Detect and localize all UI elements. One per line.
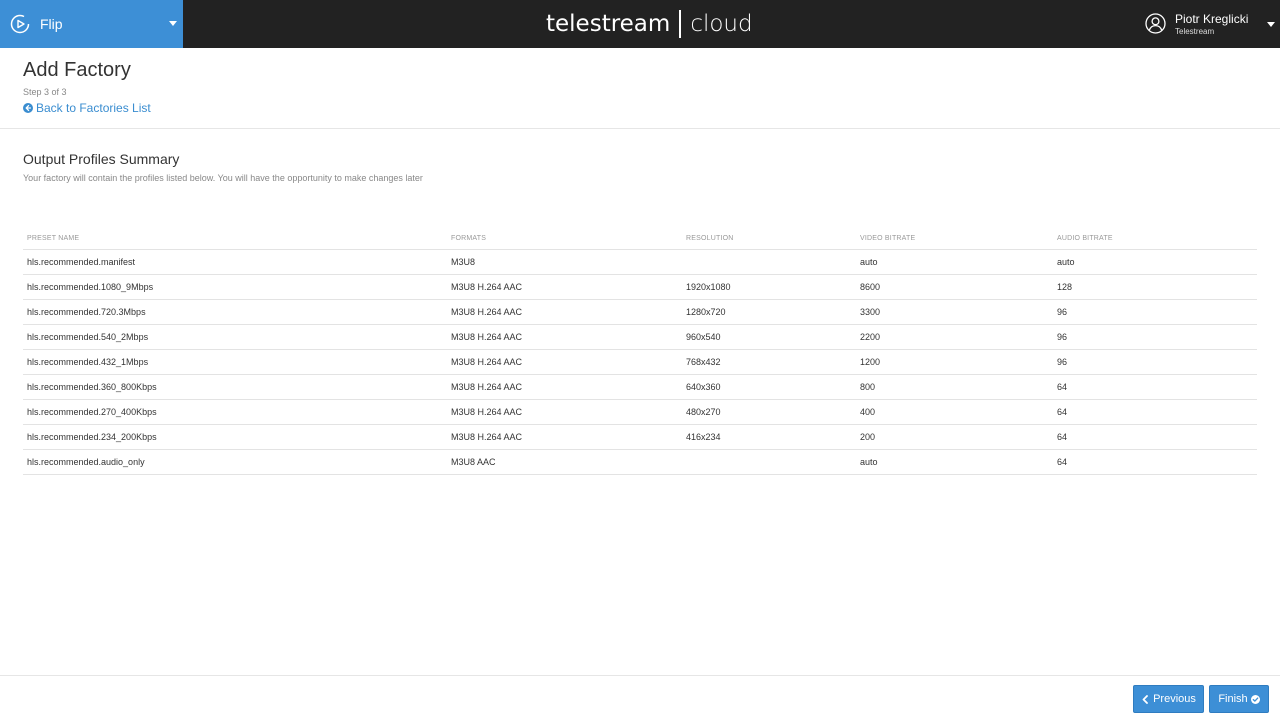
- formats-cell: M3U8 AAC: [451, 457, 496, 467]
- resolution-cell: 480x270: [686, 407, 721, 417]
- resolution-cell: 640x360: [686, 382, 721, 392]
- step-indicator: Step 3 of 3: [23, 87, 67, 97]
- back-to-factories-link[interactable]: Back to Factories List: [23, 101, 151, 115]
- audio-bitrate-cell: 64: [1057, 382, 1068, 392]
- resolution-cell: 768x432: [686, 357, 721, 367]
- brand-name: telestream: [546, 11, 671, 37]
- video-bitrate-cell: 200: [860, 432, 876, 442]
- finish-button-label: Finish: [1218, 693, 1248, 705]
- preset-name-cell: hls.recommended.1080_9Mbps: [27, 282, 154, 292]
- footer-divider: [0, 675, 1280, 676]
- table-row: hls.recommended.270_400Kbps M3U8 H.264 A…: [23, 400, 1257, 425]
- audio-bitrate-cell: 128: [1057, 282, 1073, 292]
- preset-name-cell: hls.recommended.manifest: [27, 257, 136, 267]
- brand-logo: telestream cloud: [546, 8, 753, 40]
- preset-name-cell: hls.recommended.360_800Kbps: [27, 382, 157, 392]
- finish-button[interactable]: Finish: [1209, 685, 1269, 713]
- app-name: Flip: [40, 16, 63, 32]
- app-switcher[interactable]: Flip: [0, 0, 183, 48]
- preset-name-cell: hls.recommended.audio_only: [27, 457, 145, 467]
- check-circle-icon: [1250, 694, 1260, 704]
- formats-cell: M3U8 H.264 AAC: [451, 307, 523, 317]
- column-header-preset-name: PRESET NAME: [27, 235, 80, 242]
- divider: [0, 128, 1280, 129]
- column-header-audio-bitrate: AUDIO BITRATE: [1057, 235, 1113, 242]
- previous-button[interactable]: Previous: [1133, 685, 1204, 713]
- audio-bitrate-cell: 64: [1057, 432, 1068, 442]
- video-bitrate-cell: 800: [860, 382, 876, 392]
- brand-suffix: cloud: [690, 11, 753, 37]
- play-circle-icon: [10, 14, 30, 34]
- user-organization: Telestream: [1175, 27, 1215, 36]
- table-row: hls.recommended.1080_9Mbps M3U8 H.264 AA…: [23, 275, 1257, 300]
- resolution-cell: 416x234: [686, 432, 721, 442]
- table-row: hls.recommended.360_800Kbps M3U8 H.264 A…: [23, 375, 1257, 400]
- video-bitrate-cell: 8600: [860, 282, 881, 292]
- video-bitrate-cell: auto: [860, 257, 878, 267]
- resolution-cell: 1920x1080: [686, 282, 731, 292]
- formats-cell: M3U8 H.264 AAC: [451, 332, 523, 342]
- table-row: hls.recommended.432_1Mbps M3U8 H.264 AAC…: [23, 350, 1257, 375]
- table-row: hls.recommended.540_2Mbps M3U8 H.264 AAC…: [23, 325, 1257, 350]
- top-bar: Flip telestream cloud Piotr Kreglicki Te…: [0, 0, 1280, 48]
- preset-name-cell: hls.recommended.270_400Kbps: [27, 407, 157, 417]
- table-row: hls.recommended.audio_only M3U8 AAC auto…: [23, 450, 1257, 475]
- resolution-cell: 1280x720: [686, 307, 726, 317]
- formats-cell: M3U8 H.264 AAC: [451, 407, 523, 417]
- formats-cell: M3U8 H.264 AAC: [451, 282, 523, 292]
- preset-name-cell: hls.recommended.234_200Kbps: [27, 432, 157, 442]
- brand-separator: [679, 10, 682, 38]
- table-row: hls.recommended.720.3Mbps M3U8 H.264 AAC…: [23, 300, 1257, 325]
- column-header-video-bitrate: VIDEO BITRATE: [860, 235, 916, 242]
- table-header: PRESET NAME FORMATS RESOLUTION VIDEO BIT…: [23, 232, 1257, 250]
- audio-bitrate-cell: 64: [1057, 457, 1068, 467]
- audio-bitrate-cell: 96: [1057, 332, 1068, 342]
- user-menu[interactable]: Piotr Kreglicki Telestream: [1145, 0, 1280, 48]
- section-subtitle: Your factory will contain the profiles l…: [23, 173, 423, 183]
- section-title: Output Profiles Summary: [23, 151, 180, 167]
- preset-name-cell: hls.recommended.432_1Mbps: [27, 357, 149, 367]
- page-title: Add Factory: [23, 59, 131, 81]
- chevron-left-icon: [1142, 694, 1148, 704]
- chevron-down-icon: [169, 21, 177, 26]
- output-profiles-table: PRESET NAME FORMATS RESOLUTION VIDEO BIT…: [23, 232, 1257, 475]
- user-name: Piotr Kreglicki: [1175, 12, 1249, 26]
- formats-cell: M3U8 H.264 AAC: [451, 357, 523, 367]
- previous-button-label: Previous: [1153, 693, 1196, 705]
- formats-cell: M3U8 H.264 AAC: [451, 432, 523, 442]
- video-bitrate-cell: 1200: [860, 357, 881, 367]
- chevron-down-icon: [1267, 22, 1275, 27]
- back-link-label: Back to Factories List: [36, 101, 151, 115]
- user-icon: [1145, 13, 1166, 34]
- video-bitrate-cell: auto: [860, 457, 878, 467]
- arrow-left-circle-icon: [23, 103, 33, 113]
- resolution-cell: 960x540: [686, 332, 721, 342]
- table-row: hls.recommended.234_200Kbps M3U8 H.264 A…: [23, 425, 1257, 450]
- audio-bitrate-cell: 96: [1057, 357, 1068, 367]
- formats-cell: M3U8: [451, 257, 476, 267]
- video-bitrate-cell: 2200: [860, 332, 881, 342]
- column-header-resolution: RESOLUTION: [686, 235, 734, 242]
- formats-cell: M3U8 H.264 AAC: [451, 382, 523, 392]
- audio-bitrate-cell: 64: [1057, 407, 1068, 417]
- preset-name-cell: hls.recommended.540_2Mbps: [27, 332, 149, 342]
- column-header-formats: FORMATS: [451, 235, 487, 242]
- preset-name-cell: hls.recommended.720.3Mbps: [27, 307, 146, 317]
- video-bitrate-cell: 3300: [860, 307, 881, 317]
- audio-bitrate-cell: auto: [1057, 257, 1075, 267]
- video-bitrate-cell: 400: [860, 407, 876, 417]
- audio-bitrate-cell: 96: [1057, 307, 1068, 317]
- table-row: hls.recommended.manifest M3U8 auto auto: [23, 250, 1257, 275]
